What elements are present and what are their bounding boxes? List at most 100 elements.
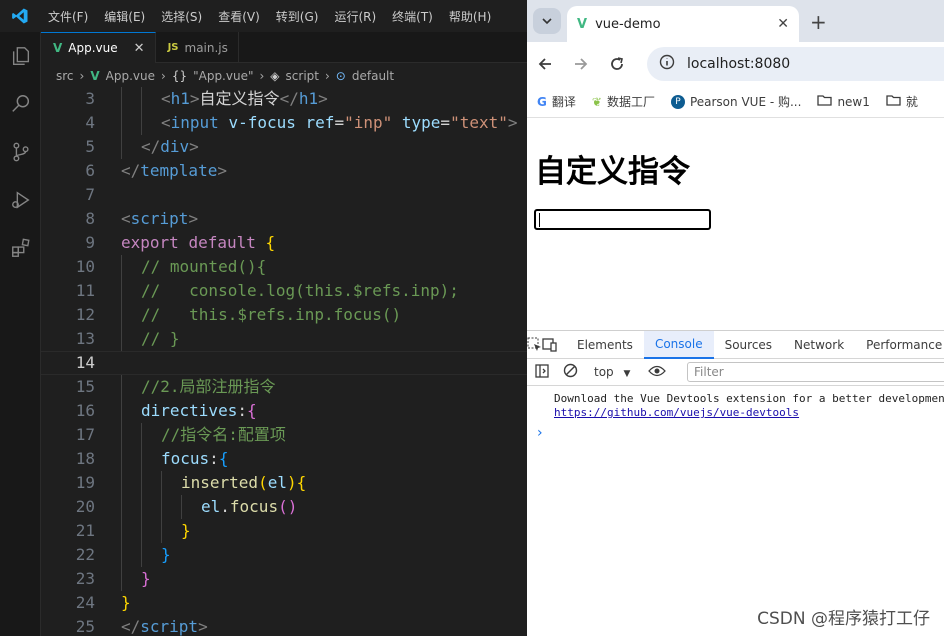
braces-icon: {}	[171, 69, 188, 83]
browser-tab[interactable]: V vue-demo ✕	[567, 6, 799, 42]
line-number: 24	[75, 593, 95, 612]
text-input[interactable]	[534, 209, 711, 230]
menu-go[interactable]: 转到(G)	[268, 8, 327, 25]
code-token: </	[279, 89, 299, 108]
tab-network[interactable]: Network	[783, 331, 855, 359]
bookmark-folder-more[interactable]: 就	[886, 93, 918, 110]
bookmark-label: new1	[837, 94, 870, 109]
code-line[interactable]: 10 // mounted(){	[41, 255, 527, 279]
new-tab-icon[interactable]: +	[810, 10, 827, 34]
run-debug-icon[interactable]	[0, 176, 41, 224]
code-line[interactable]: 20 el.focus()	[41, 495, 527, 519]
eye-icon[interactable]	[648, 365, 667, 380]
bookmark-pearson[interactable]: P Pearson VUE - 购...	[670, 93, 801, 110]
code-token: >	[217, 161, 227, 180]
tab-main-js[interactable]: JS main.js	[156, 32, 239, 63]
line-number: 9	[85, 233, 95, 252]
forward-arrow-icon[interactable]	[563, 46, 599, 82]
address-bar[interactable]: localhost:8080	[647, 47, 944, 81]
menu-help[interactable]: 帮助(H)	[441, 8, 499, 25]
menu-edit[interactable]: 编辑(E)	[96, 8, 153, 25]
code-line[interactable]: 19 inserted(el){	[41, 471, 527, 495]
code-line[interactable]: 18 focus:{	[41, 447, 527, 471]
menu-terminal[interactable]: 终端(T)	[384, 8, 441, 25]
code-text: //指令名:配置项	[161, 423, 286, 447]
breadcrumb-default[interactable]: default	[352, 69, 394, 83]
code-token: h1	[298, 89, 319, 108]
code-text: </script>	[121, 615, 208, 636]
devtools-link[interactable]: https://github.com/vuejs/vue-devtools	[554, 406, 944, 420]
code-line[interactable]: 5 </div>	[41, 135, 527, 159]
code-line[interactable]: 13 // }	[41, 327, 527, 351]
bookmark-data-factory[interactable]: ❦ 数据工厂	[592, 93, 655, 110]
browser-window: V vue-demo ✕ + localhost:8080 G 翻译 ❦ 数据工…	[527, 0, 944, 636]
code-line[interactable]: 24}	[41, 591, 527, 615]
code-line[interactable]: 6 </template>	[41, 159, 527, 183]
code-line[interactable]: 7	[41, 183, 527, 207]
code-line[interactable]: 25 </script>	[41, 615, 527, 636]
code-token: // mounted(){	[141, 257, 267, 276]
code-token: // }	[141, 329, 180, 348]
context-selector[interactable]: top ▼	[594, 365, 630, 379]
code-token: {	[265, 233, 276, 252]
menu-run[interactable]: 运行(R)	[326, 8, 384, 25]
tab-app-vue[interactable]: V App.vue ✕	[41, 32, 156, 63]
inspect-element-icon[interactable]	[527, 337, 542, 352]
code-line[interactable]: 11 // console.log(this.$refs.inp);	[41, 279, 527, 303]
code-token: "inp"	[344, 113, 393, 132]
code-line[interactable]: 23}	[41, 567, 527, 591]
tab-sources[interactable]: Sources	[714, 331, 783, 359]
code-token: >	[189, 89, 200, 108]
sidebar-toggle-icon[interactable]	[535, 363, 549, 381]
console-prompt-icon[interactable]: ›	[537, 425, 543, 441]
close-icon[interactable]: ✕	[134, 41, 145, 56]
code-line[interactable]: 4 <input v-focus ref="inp" type="text">	[41, 111, 527, 135]
close-icon[interactable]: ✕	[777, 16, 789, 32]
folder-icon	[886, 94, 901, 109]
reload-icon[interactable]	[599, 46, 635, 82]
code-line[interactable]: 15 //2.局部注册指令	[41, 375, 527, 399]
search-icon[interactable]	[0, 80, 41, 128]
code-line[interactable]: 8 <script>	[41, 207, 527, 231]
site-info-icon[interactable]	[659, 54, 675, 74]
code-line[interactable]: 17 //指令名:配置项	[41, 423, 527, 447]
source-control-icon[interactable]	[0, 128, 41, 176]
indent-guide	[161, 495, 162, 519]
indent-guide	[121, 111, 122, 135]
breadcrumb-script[interactable]: script	[286, 69, 319, 83]
code-line[interactable]: 22}	[41, 543, 527, 567]
explorer-icon[interactable]	[0, 32, 41, 80]
filter-input[interactable]: Filter	[687, 362, 944, 382]
pearson-icon: P	[670, 94, 685, 109]
menu-selection[interactable]: 选择(S)	[153, 8, 210, 25]
code-line[interactable]: 14	[41, 351, 527, 375]
code-line[interactable]: 12 // this.$refs.inp.focus()	[41, 303, 527, 327]
code-line[interactable]: 21}	[41, 519, 527, 543]
bookmark-folder-new1[interactable]: new1	[817, 94, 870, 109]
code-token: //2.局部注册指令	[141, 377, 276, 396]
code-line[interactable]: 3 <h1>自定义指令</h1>	[41, 87, 527, 111]
tab-search-icon[interactable]	[533, 8, 561, 34]
tab-elements[interactable]: Elements	[566, 331, 644, 359]
menu-view[interactable]: 查看(V)	[210, 8, 268, 25]
code-editor[interactable]: 3 <h1>自定义指令</h1> 4 <input v-focus ref="inp"…	[41, 87, 527, 636]
breadcrumb-file[interactable]: App.vue	[106, 69, 155, 83]
line-number: 6	[85, 161, 95, 180]
clear-console-icon[interactable]	[563, 363, 578, 381]
code-token: }	[121, 593, 131, 612]
breadcrumb-object[interactable]: "App.vue"	[193, 69, 253, 83]
code-line[interactable]: 16 directives:{	[41, 399, 527, 423]
tab-console[interactable]: Console	[643, 330, 714, 359]
code-token: div	[160, 137, 190, 156]
indent-guide	[121, 423, 122, 447]
back-arrow-icon[interactable]	[527, 46, 563, 82]
menu-file[interactable]: 文件(F)	[40, 8, 96, 25]
line-number: 17	[75, 425, 95, 444]
bookmark-translate[interactable]: G 翻译	[537, 93, 576, 110]
breadcrumb-folder[interactable]: src	[56, 69, 74, 83]
device-toolbar-icon[interactable]	[542, 337, 558, 352]
code-line[interactable]: 9 export default {	[41, 231, 527, 255]
extensions-icon[interactable]	[0, 224, 41, 272]
tab-performance[interactable]: Performance	[855, 331, 944, 359]
